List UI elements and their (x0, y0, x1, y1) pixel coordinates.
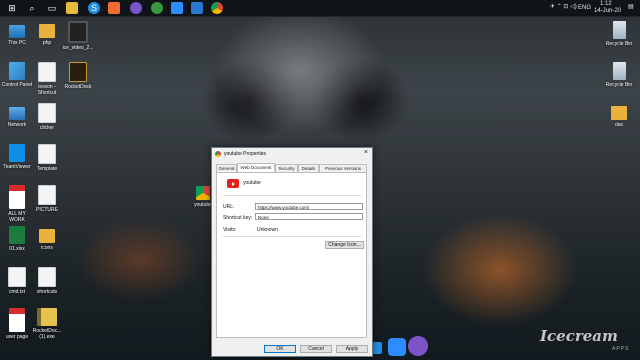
divider (223, 236, 362, 237)
document-icon (38, 144, 56, 164)
pdf-file-icon (9, 185, 25, 209)
computer-icon (9, 25, 25, 38)
desktop-icon-recycle-bin[interactable]: Recycle Bin (602, 21, 636, 47)
visits-value: Unknown (257, 227, 278, 233)
chrome-shortcut-icon (196, 186, 210, 200)
dock-skype-icon[interactable] (372, 342, 382, 354)
desktop-icon-template[interactable]: Template (30, 144, 64, 172)
desktop-icon-all-my-work[interactable]: ALL MY WORK (0, 185, 34, 223)
visits-label: Visits: (223, 227, 237, 233)
desktop-icon-ice-video[interactable]: ice_video_2... (61, 21, 95, 51)
document-icon (38, 103, 56, 123)
desktop-icon-picture[interactable]: PICTURE (30, 185, 64, 213)
start-icon[interactable]: ⊞ (6, 2, 18, 14)
network-icon (9, 107, 25, 120)
installer-icon (37, 308, 57, 326)
folder-icon (611, 106, 627, 120)
web-document-panel: youtube URL: https://www.youtube.com/ Sh… (216, 172, 367, 338)
apply-button[interactable]: Apply (336, 345, 368, 353)
language-indicator[interactable]: ENG (578, 5, 591, 12)
recycle-bin-icon (612, 21, 626, 39)
tab-security[interactable]: Security (275, 164, 298, 172)
desktop-icon-control-panel[interactable]: Control Panel (0, 62, 34, 88)
dock-zoom-icon[interactable] (388, 338, 406, 356)
desktop-icon-user-page[interactable]: user page (0, 308, 34, 340)
tab-web-document[interactable]: Web Document (237, 163, 275, 172)
viber-icon[interactable] (130, 2, 142, 14)
tab-details[interactable]: Details (298, 164, 319, 172)
notification-icon[interactable]: ▤ (628, 4, 634, 11)
desktop-icon-network[interactable]: Network (0, 103, 34, 128)
search-icon[interactable]: ⌕ (26, 2, 38, 14)
close-button[interactable]: × (364, 149, 368, 156)
pdf-file-icon (9, 308, 25, 332)
task-view-icon[interactable]: ▭ (46, 2, 58, 14)
control-panel-icon (9, 62, 25, 80)
file-explorer-icon[interactable] (66, 2, 78, 14)
chrome-icon[interactable] (211, 2, 223, 14)
desktop-icon-rocketdock-exe[interactable]: RocketDoc... (1).exe (30, 308, 64, 340)
desktop-icon-this-pc[interactable]: This PC (0, 21, 34, 46)
desktop-icon-icons[interactable]: icons (30, 226, 64, 251)
watermark-sub: APPS (612, 346, 630, 352)
teamviewer-icon (9, 144, 25, 162)
desktop-icon-rocketdock[interactable]: RocketDock (61, 62, 95, 90)
desktop-icon-cmd-txt[interactable]: cmd.txt (0, 267, 34, 295)
chrome-icon (215, 151, 221, 157)
dialog-title: youtube Properties (224, 151, 266, 157)
excel-file-icon (9, 226, 25, 244)
mail-icon[interactable] (191, 2, 203, 14)
dock-viber-icon[interactable] (408, 336, 428, 356)
tab-general[interactable]: General (216, 164, 237, 172)
taskbar: ⊞ ⌕ ▭ S ✈ ⌃ ⊡ ◁) ENG 1:12 14-Jun-20 ▤ (0, 0, 640, 17)
youtube-icon (227, 179, 239, 188)
desktop-icon-clicker[interactable]: clicker (30, 103, 64, 131)
change-icon-button[interactable]: Change Icon... (325, 241, 364, 249)
shortcut-key-label: Shortcut key: (223, 215, 253, 221)
tray-icons[interactable]: ✈ ⌃ ⊡ ◁) (550, 4, 577, 11)
cancel-button[interactable]: Cancel (300, 345, 332, 353)
photos-icon[interactable] (151, 2, 163, 14)
rocketdock-icon (69, 62, 87, 82)
desktop-icon-xlsx[interactable]: 01.xlsx (0, 226, 34, 252)
document-icon (38, 62, 56, 82)
divider (223, 195, 362, 196)
url-label: URL: (223, 204, 235, 210)
clock-time[interactable]: 1:12 (600, 1, 612, 8)
ok-button[interactable]: OK (264, 345, 296, 353)
folder-icon (39, 229, 55, 243)
zoom-icon[interactable] (171, 2, 183, 14)
properties-dialog: youtube Properties × General Web Documen… (211, 147, 373, 357)
folder-icon (39, 24, 55, 38)
url-field[interactable]: https://www.youtube.com/ (255, 203, 363, 210)
text-file-icon (8, 267, 26, 287)
desktop-icon-recycle-bin-2[interactable]: Recycle Bin (602, 62, 636, 88)
desktop-icon-lesson-shortcut[interactable]: lesson - Shortcut (30, 62, 64, 96)
skype-icon[interactable]: S (88, 2, 100, 14)
video-file-icon (68, 21, 88, 43)
shortcut-name: youtube (243, 180, 261, 186)
recycle-bin-icon (612, 62, 626, 80)
desktop-icon-php[interactable]: php (30, 21, 64, 46)
desktop-icon-shortcuts[interactable]: shortcuts (30, 267, 64, 295)
watermark-logo: Icecream (540, 327, 618, 345)
desktop-icon-das[interactable]: das (602, 103, 636, 128)
desktop-icon-teamviewer[interactable]: TeamViewer (0, 144, 34, 170)
tab-previous-versions[interactable]: Previous Versions (319, 164, 367, 172)
document-icon (38, 267, 56, 287)
paint-icon[interactable] (108, 2, 120, 14)
mouse-cursor-icon (363, 188, 366, 194)
shortcut-key-field[interactable]: None (255, 213, 363, 220)
image-file-icon (38, 185, 56, 205)
clock-date[interactable]: 14-Jun-20 (594, 8, 621, 15)
